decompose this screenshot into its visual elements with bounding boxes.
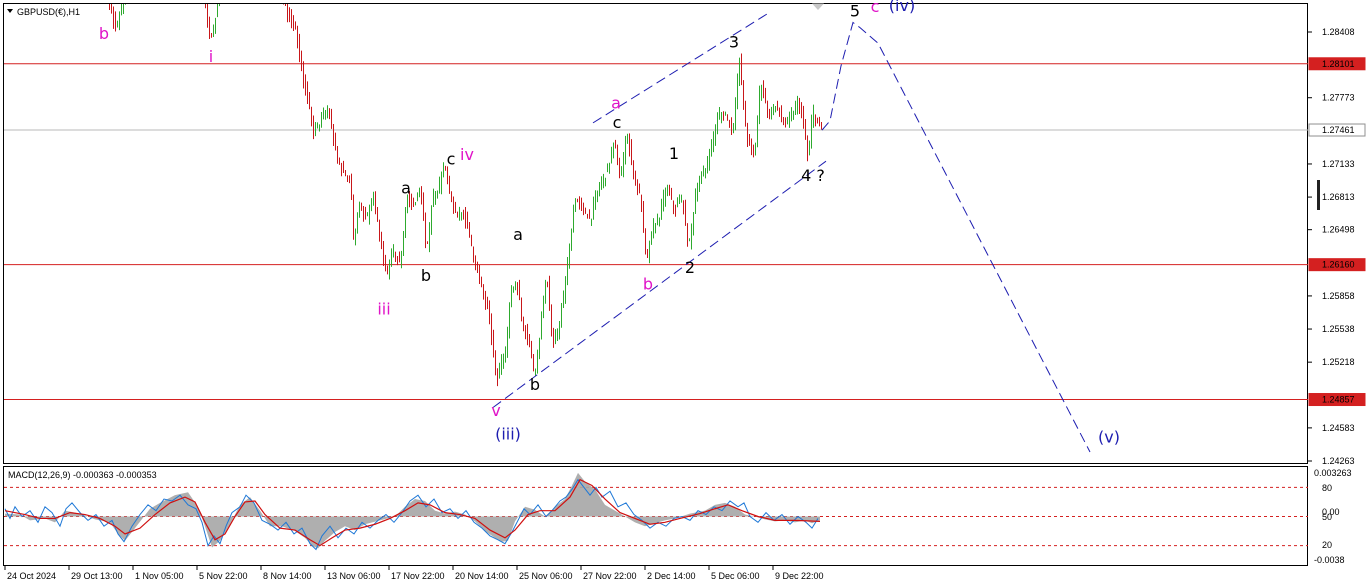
level-tag-label-2: 1.26160 [1322,260,1355,270]
time-tick-label-4: 8 Nov 14:00 [263,571,312,581]
wave-label-14: b [643,275,653,294]
price-tick-label-4: 1.26498 [1322,225,1355,235]
wave-label-18: 5 [850,1,860,20]
wave-label-21: (v) [1098,428,1120,447]
macd-panel[interactable]: 0.003263800.005020-0.0038 MACD(12,26,9) … [3,466,1352,566]
macd-tick-label-3: 50 [1322,512,1332,522]
wave-label-6: iii [377,299,390,318]
time-tick-label-9: 27 Nov 22:00 [583,571,637,581]
macd-tick-label-4: 20 [1322,540,1332,550]
wave-label-11: a [611,93,621,112]
wave-label-13: 1 [669,144,679,163]
time-tick-label-7: 20 Nov 14:00 [455,571,509,581]
price-tick-label-8: 1.24583 [1322,423,1355,433]
time-tick-label-0: 24 Oct 2024 [7,571,56,581]
wave-label-17: 4 ? [801,166,825,185]
level-tag-label-0: 1.28101 [1322,59,1355,69]
wave-label-15: 2 [685,258,695,277]
price-tick-label-2: 1.27133 [1322,159,1355,169]
macd-title: MACD(12,26,9) -0.000363 -0.000353 [8,470,157,480]
time-tick-label-2: 1 Nov 05:00 [135,571,184,581]
chart-title: GBPUSD(€),H1 [17,7,80,17]
price-tick-label-7: 1.25218 [1322,357,1355,367]
macd-tick-label-0: 0.003263 [1314,468,1352,478]
chart-canvas: biac ivbiiiabv(iii)ac1b234 ?5 c (iv)(v) 1.2… [0,0,1366,588]
wave-label-10: (iii) [495,425,521,444]
wave-label-3: c [447,149,456,168]
price-scale-handle [1317,180,1320,210]
price-tick-label-6: 1.25538 [1322,324,1355,334]
wave-label-0: b [99,24,109,43]
price-panel[interactable]: biac ivbiiiabv(iii)ac1b234 ?5 c (iv)(v) 1.2… [3,0,1366,466]
price-tick-label-9: 1.24263 [1322,456,1355,466]
time-tick-label-8: 25 Nov 06:00 [519,571,573,581]
time-tick-label-6: 17 Nov 22:00 [391,571,445,581]
macd-tick-label-5: -0.0038 [1314,555,1345,565]
time-tick-label-1: 29 Oct 13:00 [71,571,123,581]
time-tick-label-5: 13 Nov 06:00 [327,571,381,581]
wave-label-4: iv [460,145,474,164]
wave-label-8: b [530,375,540,394]
wave-label-7: a [513,225,523,244]
wave-label-2: a [401,178,411,197]
price-tick-label-3: 1.26813 [1322,192,1355,202]
macd-tick-label-1: 80 [1322,483,1332,493]
price-tick-label-5: 1.25858 [1322,291,1355,301]
wave-label-19: c [871,0,880,16]
time-tick-label-11: 5 Dec 06:00 [711,571,760,581]
time-tick-label-12: 9 Dec 22:00 [775,571,824,581]
wave-label-12: c [613,113,622,132]
wave-label-16: 3 [729,32,739,51]
wave-label-1: i [209,47,213,66]
time-tick-label-10: 2 Dec 14:00 [647,571,696,581]
level-tag-label-1: 1.27461 [1322,125,1355,135]
time-tick-label-3: 5 Nov 22:00 [199,571,248,581]
wave-label-9: v [491,401,500,420]
price-tick-label-1: 1.27773 [1322,93,1355,103]
price-tick-label-0: 1.28408 [1322,27,1355,37]
level-tag-label-3: 1.24857 [1322,395,1355,405]
wave-label-20: (iv) [889,0,915,15]
wave-label-5: b [421,266,431,285]
